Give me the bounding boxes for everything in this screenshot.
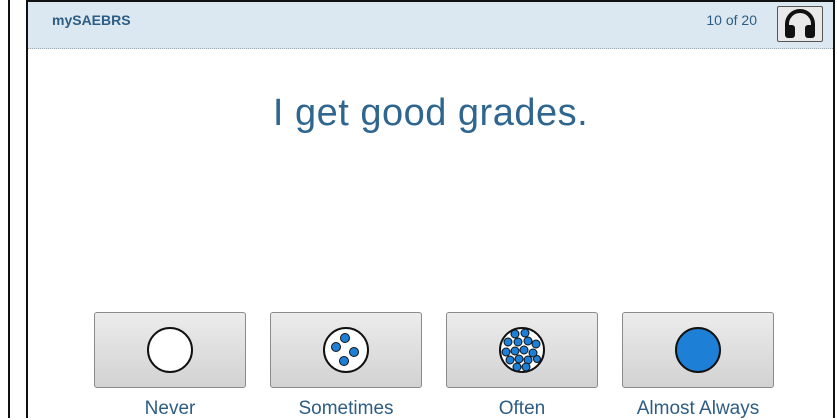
option-never-button[interactable] bbox=[94, 312, 246, 388]
left-panel-edge bbox=[0, 0, 10, 418]
few-dots-circle-icon bbox=[323, 327, 369, 373]
option-often-label: Often bbox=[498, 398, 546, 419]
many-dots-circle-icon bbox=[499, 327, 545, 373]
option-never-label: Never bbox=[144, 398, 196, 419]
filled-circle-icon bbox=[675, 327, 721, 373]
headphones-icon bbox=[785, 9, 815, 38]
app-title: mySAEBRS bbox=[52, 12, 131, 28]
question-text: I get good grades. bbox=[272, 92, 589, 134]
empty-circle-icon bbox=[147, 327, 193, 373]
header-bar: mySAEBRS 10 of 20 bbox=[28, 2, 833, 49]
progress-indicator: 10 of 20 bbox=[706, 12, 757, 28]
option-often-button[interactable] bbox=[446, 312, 598, 388]
option-sometimes-label: Sometimes bbox=[298, 398, 394, 419]
audio-button[interactable] bbox=[777, 6, 823, 42]
option-sometimes-button[interactable] bbox=[270, 312, 422, 388]
survey-window: mySAEBRS 10 of 20 I get good grades. Nev… bbox=[26, 0, 835, 419]
option-almost-always-button[interactable] bbox=[622, 312, 774, 388]
option-almost-always-label: Almost Always bbox=[636, 398, 760, 419]
